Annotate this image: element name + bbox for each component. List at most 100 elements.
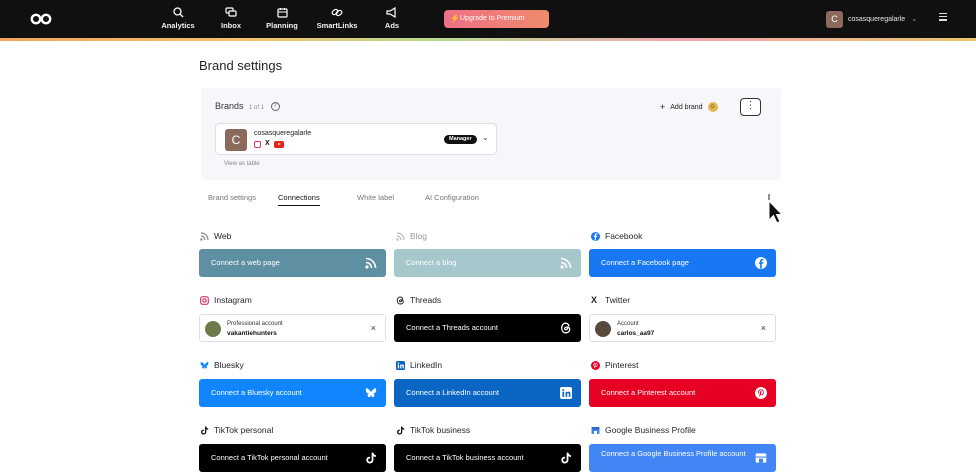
linkedin-section-label: LinkedIn: [396, 360, 442, 370]
connect-web-label: Connect a web page: [211, 258, 280, 267]
google-business-icon: [755, 453, 767, 463]
connect-tiktok-business-button[interactable]: Connect a TikTok business account: [394, 444, 581, 472]
account-avatar: [205, 321, 221, 337]
chevron-down-icon: ⌄: [911, 16, 918, 23]
instagram-icon: [254, 140, 261, 148]
planning-icon: [276, 8, 288, 18]
tab-connections[interactable]: Connections: [278, 193, 320, 206]
tab-white-label[interactable]: White label: [357, 193, 394, 202]
web-section-label: Web: [200, 231, 231, 241]
tiktok-business-label: TikTok business: [410, 425, 471, 435]
nav-ads-label: Ads: [384, 21, 400, 30]
disconnect-close-icon[interactable]: ×: [761, 323, 766, 333]
twitter-section-label: X Twitter: [591, 295, 630, 305]
connect-bluesky-label: Connect a Bluesky account: [211, 388, 302, 397]
pinterest-icon: [591, 360, 600, 370]
help-icon[interactable]: ?: [270, 102, 280, 112]
instagram-label: Instagram: [214, 295, 252, 305]
threads-label: Threads: [410, 295, 442, 305]
connect-facebook-button[interactable]: Connect a Facebook page: [589, 249, 776, 277]
bluesky-icon: [365, 388, 377, 398]
connect-google-business-label: Connect a Google Business Profile accoun…: [601, 449, 746, 458]
brand-network-icons: X: [254, 140, 284, 148]
disconnect-close-icon[interactable]: ×: [371, 323, 376, 333]
brands-heading: Brands 1 of 1 ?: [215, 101, 280, 112]
brand-name: cosasqueregalarle: [254, 130, 312, 137]
instagram-icon: [200, 295, 209, 305]
account-username: carlos_aa97: [617, 330, 655, 337]
nav-smartlinks[interactable]: SmartLinks: [309, 7, 365, 30]
app-logo-icon[interactable]: [30, 13, 52, 25]
brand-emoji-icon: ☺: [707, 102, 718, 112]
pinterest-icon: [755, 387, 767, 399]
top-navigation-bar: Analytics Inbox Planning SmartLinks Ads …: [0, 0, 976, 38]
brand-card[interactable]: C cosasqueregalarle X Manager ⌄: [215, 123, 497, 155]
connect-threads-button[interactable]: Connect a Threads account: [394, 314, 581, 342]
threads-icon: [561, 322, 571, 334]
add-brand-button[interactable]: + Add brand ☺: [660, 100, 718, 114]
tiktok-icon: [366, 452, 376, 464]
tab-brand-settings[interactable]: Brand settings: [208, 193, 256, 202]
connect-threads-label: Connect a Threads account: [406, 323, 499, 332]
twitter-connected-account: Account carlos_aa97 ×: [589, 314, 776, 342]
google-business-icon: [591, 426, 600, 434]
youtube-icon: [273, 140, 284, 148]
nav-inbox[interactable]: Inbox: [203, 7, 259, 30]
instagram-connected-account: Professional account vakantiehunters ×: [199, 314, 386, 342]
brands-heading-label: Brands: [215, 101, 244, 111]
x-twitter-icon: X: [591, 294, 598, 305]
nav-planning[interactable]: Planning: [254, 7, 310, 30]
tiktok-personal-section-label: TikTok personal: [200, 425, 273, 435]
nav-inbox-label: Inbox: [221, 21, 241, 30]
pinterest-label: Pinterest: [605, 360, 639, 370]
account-username: vakantiehunters: [227, 330, 277, 337]
avatar: C: [826, 10, 843, 28]
connect-web-button[interactable]: Connect a web page: [199, 249, 386, 277]
gradient-divider: [0, 38, 976, 41]
linkedin-icon: [560, 387, 572, 399]
tiktok-icon: [561, 452, 571, 464]
analytics-icon: [172, 7, 183, 18]
link-icon: [331, 8, 343, 17]
nav-planning-label: Planning: [266, 21, 298, 30]
connect-linkedin-button[interactable]: Connect a LinkedIn account: [394, 379, 581, 407]
brands-count: 1 of 1: [249, 105, 265, 111]
threads-icon: [396, 295, 404, 305]
x-twitter-icon: X: [265, 140, 270, 147]
connect-bluesky-button[interactable]: Connect a Bluesky account: [199, 379, 386, 407]
hamburger-menu-icon[interactable]: [939, 13, 947, 23]
account-avatar: [595, 321, 611, 337]
view-as-table-link[interactable]: View as table: [224, 161, 260, 167]
facebook-icon: [755, 257, 767, 269]
connect-blog-button[interactable]: Connect a blog: [394, 249, 581, 277]
connect-tiktok-business-label: Connect a TikTok business account: [406, 453, 524, 462]
plus-icon: +: [660, 102, 666, 112]
connect-pinterest-label: Connect a Pinterest account: [601, 388, 696, 397]
chevron-down-icon[interactable]: ⌄: [482, 133, 489, 142]
blog-label: Blog: [410, 231, 428, 241]
bluesky-section-label: Bluesky: [200, 360, 244, 370]
facebook-label: Facebook: [605, 231, 643, 241]
google-business-section-label: Google Business Profile: [591, 425, 696, 435]
facebook-icon: [591, 231, 600, 241]
add-brand-label: Add brand: [670, 103, 703, 111]
tiktok-icon: [397, 426, 405, 435]
connect-blog-label: Connect a blog: [406, 258, 457, 267]
upgrade-button[interactable]: ⚡ Upgrade to Premium: [444, 10, 549, 28]
tiktok-icon: [201, 426, 209, 435]
bluesky-icon: [200, 361, 209, 369]
more-options-button[interactable]: ⋮: [740, 98, 761, 116]
rss-icon: [200, 231, 209, 241]
tiktok-personal-label: TikTok personal: [214, 425, 274, 435]
nav-analytics-label: Analytics: [161, 21, 195, 30]
account-menu[interactable]: C cosasqueregalarle ⌄: [826, 10, 917, 28]
nav-ads[interactable]: Ads: [364, 7, 420, 30]
pinterest-section-label: Pinterest: [591, 360, 639, 370]
connect-tiktok-personal-button[interactable]: Connect a TikTok personal account: [199, 444, 386, 472]
connect-google-business-button[interactable]: Connect a Google Business Profile accoun…: [589, 444, 776, 472]
bluesky-label: Bluesky: [214, 360, 244, 370]
nav-analytics[interactable]: Analytics: [150, 7, 206, 30]
connect-pinterest-button[interactable]: Connect a Pinterest account: [589, 379, 776, 407]
linkedin-icon: [396, 360, 405, 370]
tab-ai-configuration[interactable]: AI Configuration: [425, 193, 479, 202]
